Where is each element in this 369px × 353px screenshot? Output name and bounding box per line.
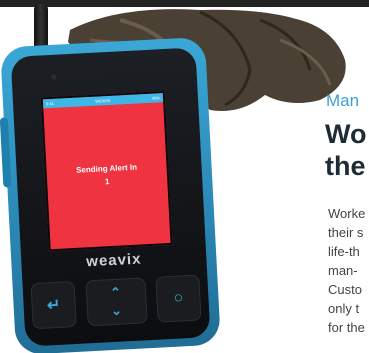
chevron-down-icon: ⌄ bbox=[110, 302, 123, 319]
home-key[interactable]: ○ bbox=[155, 274, 202, 323]
circle-icon: ○ bbox=[173, 289, 184, 307]
status-carrier: WEAVIX bbox=[95, 97, 111, 104]
article-body: Worke their s life-th man- Custo only t … bbox=[328, 204, 365, 337]
nav-keys[interactable]: ⌃ ⌄ bbox=[84, 277, 148, 327]
page: 9:41 WEAVIX 45% Sending Alert In 1 weavi… bbox=[0, 0, 369, 353]
status-time: 9:41 bbox=[45, 100, 55, 107]
keypad: ↵ ⌃ ⌄ ○ bbox=[30, 273, 202, 330]
body-line: life-th bbox=[328, 244, 360, 259]
body-line: only t bbox=[328, 301, 360, 316]
status-battery: 45% bbox=[151, 95, 161, 101]
headline-line-1: Wo bbox=[325, 119, 367, 149]
section-kicker: Man bbox=[326, 91, 360, 110]
alert-message: Sending Alert In 1 bbox=[46, 159, 167, 191]
body-line: man- bbox=[328, 263, 358, 278]
body-line: their s bbox=[328, 225, 364, 240]
chevron-up-icon: ⌃ bbox=[109, 284, 122, 301]
body-line: Custo bbox=[328, 282, 362, 297]
body-line: Worke bbox=[328, 206, 366, 221]
radio-device: 9:41 WEAVIX 45% Sending Alert In 1 weavi… bbox=[0, 36, 221, 353]
headline-line-2: the bbox=[325, 151, 366, 181]
return-icon: ↵ bbox=[46, 296, 61, 315]
device-screen: 9:41 WEAVIX 45% Sending Alert In 1 bbox=[40, 91, 173, 252]
body-line: for the bbox=[328, 320, 365, 335]
back-key[interactable]: ↵ bbox=[30, 281, 77, 330]
article-headline: Wo the bbox=[325, 118, 367, 182]
